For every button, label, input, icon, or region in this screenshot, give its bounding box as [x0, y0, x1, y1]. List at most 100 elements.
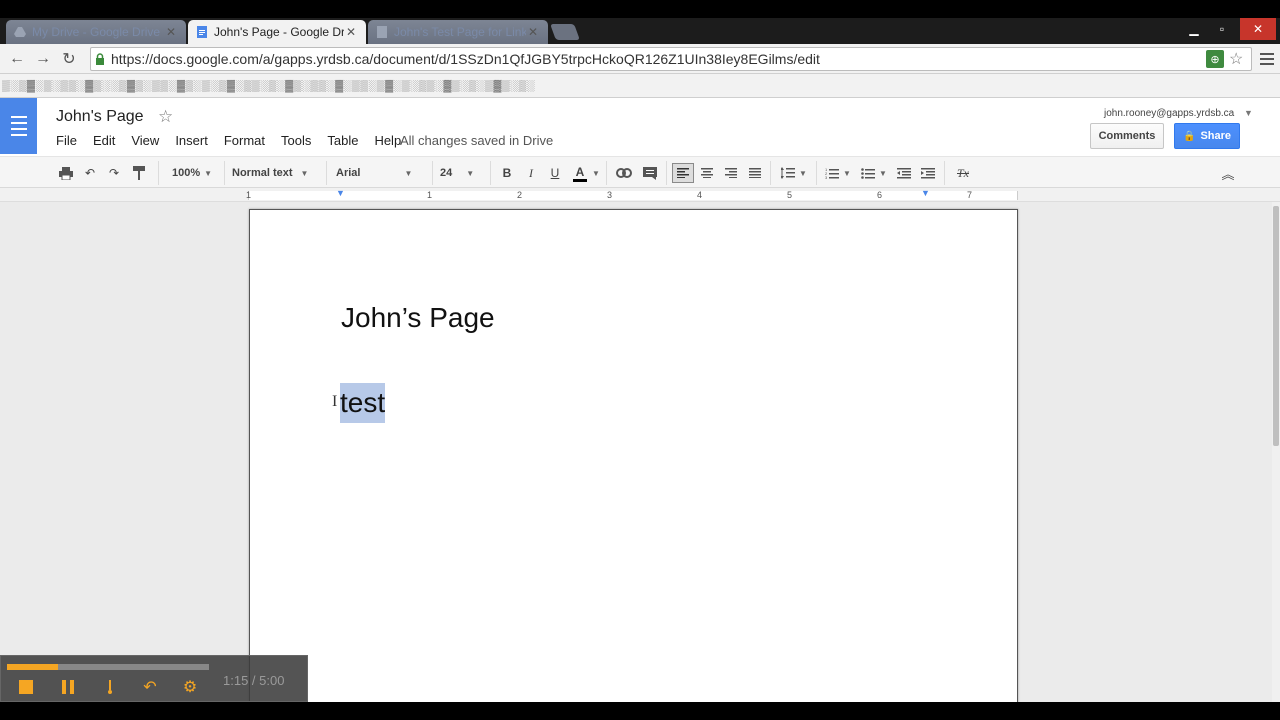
docs-home-icon[interactable] — [0, 98, 37, 154]
menu-insert[interactable]: Insert — [175, 133, 208, 148]
vertical-scrollbar[interactable] — [1272, 202, 1280, 702]
chrome-menu-icon[interactable] — [1260, 50, 1274, 68]
ruler-number: 7 — [967, 190, 973, 200]
chevron-down-icon[interactable]: ▼ — [1244, 108, 1253, 118]
ruler-number: 2 — [517, 190, 523, 200]
settings-icon[interactable]: ⚙ — [181, 678, 199, 696]
comments-button[interactable]: Comments — [1090, 123, 1164, 149]
browser-tabstrip: My Drive - Google Drive ✕ John's Page - … — [0, 18, 1280, 44]
document-canvas: John’s Page I test — [0, 202, 1272, 709]
redo-icon[interactable]: ↷ — [104, 163, 124, 183]
browser-toolbar: ← → ↻ https://docs.google.com/a/gapps.yr… — [0, 44, 1280, 74]
bookmarks-bar: ▒░▒▓░▒░▒▒░▓▒░░▒▓▒░▒▒░▓▒░▒░▒▓░▒▒░▒░▓▒░▒▒░… — [0, 74, 1280, 98]
forward-arrow-icon[interactable]: → — [32, 48, 54, 70]
font-select[interactable]: Arial ▼ — [336, 163, 422, 183]
formatting-toolbar: ↶ ↷ 100% ▼ Normal text ▼ Arial ▼ 24 ▼ B I U … — [0, 156, 1280, 188]
close-icon[interactable]: ✕ — [164, 25, 178, 39]
recorder-progress[interactable] — [7, 664, 209, 670]
link-icon[interactable] — [614, 163, 634, 183]
increase-indent-icon[interactable] — [918, 163, 938, 183]
menu-bar: File Edit View Insert Format Tools Table… — [56, 133, 417, 148]
undo-icon[interactable]: ↶ — [80, 163, 100, 183]
pause-icon[interactable] — [59, 678, 77, 696]
align-left-button[interactable] — [672, 163, 694, 183]
align-center-button[interactable] — [698, 163, 716, 183]
tab-my-drive[interactable]: My Drive - Google Drive ✕ — [6, 20, 186, 44]
tab-test-page[interactable]: John's Test Page for Links ✕ — [368, 20, 548, 44]
font-size-select[interactable]: 24 ▼ — [440, 163, 484, 183]
document-heading[interactable]: John’s Page — [341, 302, 495, 334]
marker-icon[interactable] — [101, 678, 119, 696]
tab-johns-page[interactable]: John's Page - Google Drive ✕ — [188, 20, 366, 44]
right-indent-marker-icon[interactable]: ▼ — [921, 188, 930, 198]
lock-icon — [91, 47, 109, 71]
share-button[interactable]: 🔒 Share — [1174, 123, 1240, 149]
paragraph-style-select[interactable]: Normal text ▼ — [232, 163, 318, 183]
print-icon[interactable] — [56, 163, 76, 183]
tab-title: John's Test Page for Links — [394, 25, 526, 39]
extension-icon[interactable]: ⊕ — [1206, 50, 1224, 68]
drive-favicon-icon — [14, 26, 26, 38]
document-page[interactable]: John’s Page I test — [249, 209, 1018, 709]
document-title[interactable]: John's Page — [56, 108, 144, 126]
text-color-button[interactable]: A — [570, 163, 590, 183]
ruler-number: 1 — [427, 190, 433, 200]
chevron-down-icon[interactable]: ▼ — [592, 163, 600, 183]
undo-recording-icon[interactable]: ↶ — [141, 678, 159, 696]
recording-time: 1:15 / 5:00 — [223, 673, 285, 688]
bookmark-star-icon[interactable]: ☆ — [1229, 49, 1243, 69]
comment-icon[interactable] — [640, 163, 660, 183]
ruler-number: 6 — [877, 190, 883, 200]
svg-text:3: 3 — [825, 175, 828, 179]
selected-text[interactable]: test — [340, 383, 386, 423]
close-icon[interactable]: ✕ — [344, 25, 358, 39]
reload-icon[interactable]: ↻ — [58, 48, 80, 70]
bold-button[interactable]: B — [498, 163, 516, 183]
clear-formatting-button[interactable]: Tx — [952, 163, 974, 183]
zoom-select[interactable]: 100% ▼ — [166, 163, 218, 183]
star-icon[interactable]: ☆ — [158, 107, 173, 127]
lock-icon: 🔒 — [1182, 130, 1196, 142]
align-justify-button[interactable] — [746, 163, 764, 183]
window-minimize-button[interactable]: ▁ — [1180, 18, 1208, 40]
paint-format-icon[interactable] — [128, 163, 150, 183]
menu-help[interactable]: Help — [374, 133, 401, 148]
docs-favicon-icon — [196, 26, 208, 38]
ruler-number: 1 — [246, 190, 252, 200]
address-bar[interactable]: https://docs.google.com/a/gapps.yrdsb.ca… — [90, 47, 1252, 71]
italic-button[interactable]: I — [522, 163, 540, 183]
left-indent-marker-icon[interactable]: ▼ — [336, 188, 345, 198]
bulleted-list-icon[interactable]: ▼ — [858, 163, 890, 183]
share-label: Share — [1200, 130, 1232, 142]
stop-icon[interactable] — [17, 678, 35, 696]
align-right-button[interactable] — [722, 163, 740, 183]
ruler-number: 3 — [607, 190, 613, 200]
decrease-indent-icon[interactable] — [894, 163, 914, 183]
underline-button[interactable]: U — [546, 163, 564, 183]
menu-file[interactable]: File — [56, 133, 77, 148]
collapse-toolbar-icon[interactable]: ︽ — [1218, 163, 1238, 183]
menu-table[interactable]: Table — [327, 133, 358, 148]
tab-title: My Drive - Google Drive — [32, 25, 161, 39]
account-email[interactable]: john.rooney@gapps.yrdsb.ca — [1104, 108, 1234, 119]
new-tab-button[interactable] — [550, 24, 580, 40]
url-text: https://docs.google.com/a/gapps.yrdsb.ca… — [111, 51, 820, 67]
window-maximize-button[interactable]: ▫ — [1208, 18, 1236, 40]
letterbox-bottom — [0, 702, 1280, 720]
numbered-list-icon[interactable]: 123 ▼ — [822, 163, 854, 183]
menu-format[interactable]: Format — [224, 133, 265, 148]
line-spacing-icon[interactable]: ▼ — [778, 163, 810, 183]
bookmarks-noise: ▒░▒▓░▒░▒▒░▓▒░░▒▓▒░▒▒░▓▒░▒░▒▓░▒▒░▒░▓▒░▒▒░… — [2, 80, 536, 92]
back-arrow-icon[interactable]: ← — [6, 48, 28, 70]
save-status[interactable]: All changes saved in Drive — [400, 133, 553, 148]
text-cursor-icon: I — [332, 393, 338, 410]
ruler-number: 4 — [697, 190, 703, 200]
tab-title: John's Page - Google Drive — [214, 25, 344, 39]
menu-tools[interactable]: Tools — [281, 133, 311, 148]
window-close-button[interactable]: ✕ — [1240, 18, 1276, 40]
ruler[interactable]: ▼ ▼ 1 1 2 3 4 5 6 7 — [0, 188, 1280, 202]
menu-edit[interactable]: Edit — [93, 133, 115, 148]
menu-view[interactable]: View — [131, 133, 159, 148]
close-icon[interactable]: ✕ — [526, 25, 540, 39]
scrollbar-thumb[interactable] — [1273, 206, 1279, 446]
